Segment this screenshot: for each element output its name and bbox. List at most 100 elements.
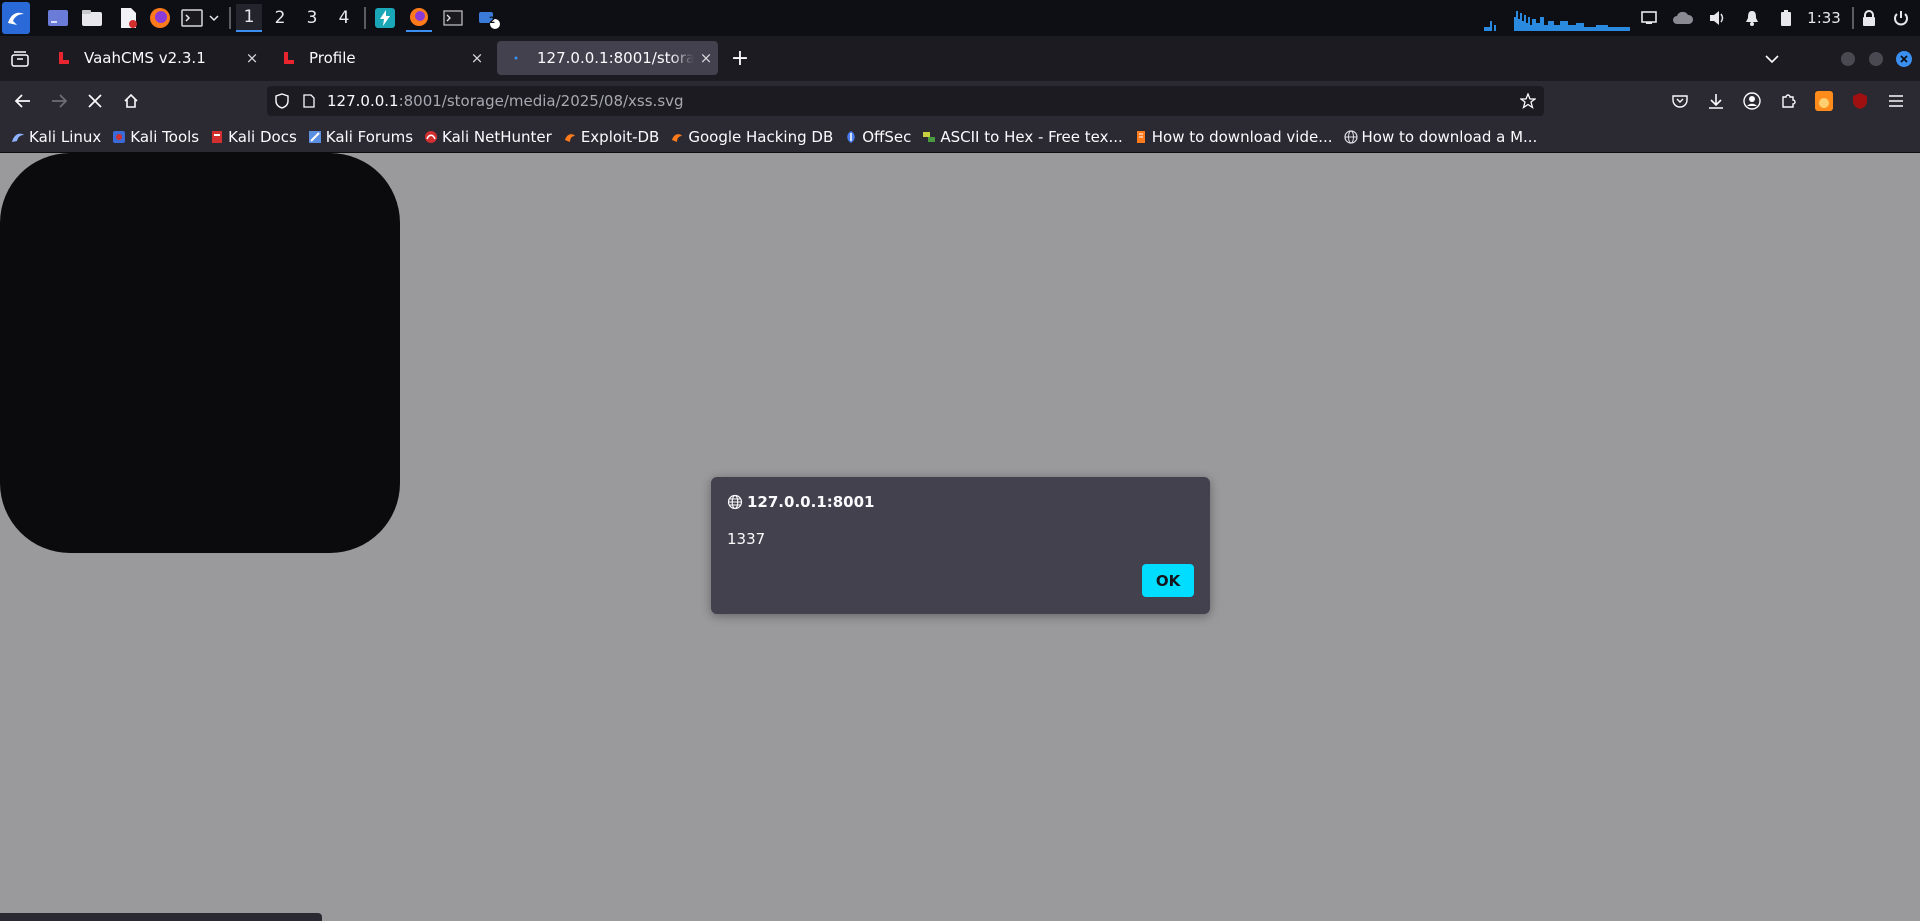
cloud-icon[interactable] [1670, 4, 1696, 32]
forward-arrow-icon[interactable] [47, 89, 71, 113]
url-text[interactable]: 127.0.0.1:8001/storage/media/2025/08/xss… [327, 92, 684, 110]
alert-dialog: 127.0.0.1:8001 1337 OK [711, 477, 1210, 614]
globe-icon [1343, 129, 1358, 144]
ghdb-icon [670, 130, 684, 144]
workspace-4[interactable]: 4 [331, 4, 357, 32]
tab-close-button[interactable]: × [465, 49, 489, 67]
ok-button[interactable]: OK [1142, 564, 1194, 597]
bookmark-how-to-download-video[interactable]: How to download vide... [1130, 121, 1337, 152]
window-count-badge: 2 [489, 16, 496, 26]
panel-separator [1852, 7, 1854, 29]
panel-separator [364, 7, 366, 29]
dialog-origin: 127.0.0.1:8001 [727, 493, 874, 511]
list-all-tabs-icon[interactable] [1760, 47, 1784, 71]
workspace-3[interactable]: 3 [299, 4, 325, 32]
extensions-icon[interactable] [1776, 89, 1800, 113]
chevron-down-icon[interactable] [206, 4, 222, 32]
tab-xss-svg[interactable]: 127.0.0.1:8001/storage/media/2025/08/xss… [497, 41, 718, 75]
vaahcms-favicon-icon [59, 52, 69, 64]
bookmark-how-to-download-m[interactable]: How to download a M... [1340, 121, 1542, 152]
bookmark-kali-docs[interactable]: Kali Docs [206, 121, 301, 152]
bookmark-ascii-to-hex[interactable]: ASCII to Hex - Free tex... [918, 121, 1126, 152]
new-tab-button[interactable]: + [726, 41, 754, 75]
bookmark-kali-linux[interactable]: Kali Linux [7, 121, 105, 152]
tab-strip: VaahCMS v2.3.1 × Profile × 127.0.0.1:800… [0, 37, 1920, 81]
url-path: :8001/storage/media/2025/08/xss.svg [398, 92, 684, 110]
bookmark-label: Kali Tools [130, 127, 200, 146]
burp-extension-icon[interactable] [1812, 89, 1836, 113]
pocket-icon[interactable] [1668, 89, 1692, 113]
bookmark-label: Kali Linux [29, 127, 102, 146]
bookmark-label: Kali Forums [325, 127, 414, 146]
tab-profile[interactable]: Profile × [267, 41, 489, 75]
workspace-1[interactable]: 1 [236, 4, 262, 32]
power-icon[interactable] [1890, 4, 1912, 32]
tab-close-button[interactable]: × [694, 49, 718, 67]
bookmark-label: How to download vide... [1151, 127, 1333, 146]
maximize-button[interactable] [1864, 47, 1888, 71]
downloads-icon[interactable] [1704, 89, 1728, 113]
ascii-hex-icon [922, 130, 936, 144]
panel-separator [229, 7, 231, 29]
battery-icon [1776, 4, 1796, 32]
address-bar[interactable]: 127.0.0.1:8001/storage/media/2025/08/xss… [267, 86, 1544, 116]
terminal-launcher-icon[interactable] [180, 4, 204, 32]
bookmark-star-icon[interactable] [1520, 93, 1536, 109]
kali-menu-icon[interactable] [2, 2, 30, 34]
back-arrow-icon[interactable] [11, 89, 35, 113]
exploit-db-icon [563, 130, 577, 144]
bookmark-label: OffSec [862, 127, 912, 146]
dialog-message: 1337 [727, 530, 766, 548]
workspace-2[interactable]: 2 [267, 4, 293, 32]
firefox-launcher-icon[interactable] [148, 4, 172, 32]
account-icon[interactable] [1740, 89, 1764, 113]
tab-title: VaahCMS v2.3.1 [84, 49, 206, 67]
tracking-protection-shield-icon[interactable] [275, 93, 291, 109]
taskbar-app-bolt-icon[interactable] [372, 4, 398, 32]
tab-title: 127.0.0.1:8001/storage/media/2025/08/xss… [537, 49, 694, 67]
kali-forums-icon [308, 130, 322, 144]
kali-tools-icon [112, 130, 126, 144]
bookmark-kali-forums[interactable]: Kali Forums [304, 121, 417, 152]
clock[interactable]: 1:33 [1804, 4, 1844, 32]
download-icon [1134, 130, 1148, 144]
lock-screen-icon[interactable] [1858, 4, 1880, 32]
bookmark-google-hacking-db[interactable]: Google Hacking DB [666, 121, 837, 152]
cpu-graph [1484, 4, 1630, 32]
taskbar-terminal-icon[interactable] [440, 4, 466, 32]
bookmark-exploit-db[interactable]: Exploit-DB [559, 121, 664, 152]
bookmark-kali-nethunter[interactable]: Kali NetHunter [420, 121, 556, 152]
firefox-view-icon[interactable] [8, 47, 32, 71]
close-window-button[interactable] [1892, 47, 1916, 71]
volume-icon[interactable] [1706, 4, 1730, 32]
loading-dot-icon [514, 56, 518, 60]
taskbar-firefox-icon[interactable] [406, 4, 432, 32]
taskbar-window-group-icon[interactable]: 2 [476, 4, 502, 32]
bookmarks-toolbar: Kali Linux Kali Tools Kali Docs Kali For… [0, 121, 1920, 153]
screen-icon[interactable] [1638, 4, 1660, 32]
tab-vaahcms[interactable]: VaahCMS v2.3.1 × [42, 41, 264, 75]
file-manager-icon[interactable] [80, 4, 104, 32]
home-icon[interactable] [119, 89, 143, 113]
notifications-bell-icon[interactable] [1742, 4, 1762, 32]
kali-docs-icon [210, 130, 224, 144]
stop-loading-icon[interactable] [83, 89, 107, 113]
bookmark-label: Exploit-DB [580, 127, 660, 146]
bookmark-kali-tools[interactable]: Kali Tools [108, 121, 203, 152]
system-panel: 1 2 3 4 2 1:33 [0, 0, 1920, 37]
hamburger-menu-icon[interactable] [1884, 89, 1908, 113]
url-host: 127.0.0.1 [327, 92, 399, 110]
minimize-button[interactable] [1836, 47, 1860, 71]
svg-rounded-rect [0, 153, 400, 553]
navigation-toolbar: 127.0.0.1:8001/storage/media/2025/08/xss… [0, 81, 1920, 121]
tab-close-button[interactable]: × [240, 49, 264, 67]
desktop-icon[interactable] [46, 4, 70, 32]
bookmark-label: Google Hacking DB [688, 127, 834, 146]
bookmark-offsec[interactable]: OffSec [840, 121, 915, 152]
text-editor-icon[interactable] [116, 4, 140, 32]
ublock-origin-icon[interactable] [1848, 89, 1872, 113]
tab-title: Profile [309, 49, 356, 67]
bookmark-label: How to download a M... [1361, 127, 1538, 146]
profile-favicon-icon [284, 52, 294, 64]
page-info-icon[interactable] [303, 94, 319, 108]
